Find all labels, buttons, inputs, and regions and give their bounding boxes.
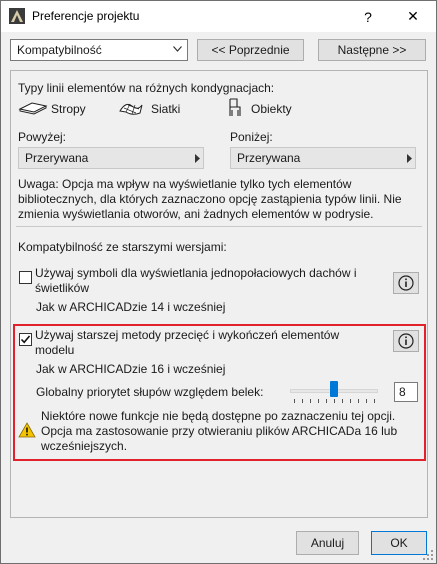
- option1-label: Używaj symboli dla wyświetlania jednopoł…: [35, 266, 357, 295]
- info-icon: [398, 275, 414, 291]
- below-line-type-select[interactable]: Przerywana: [230, 147, 416, 169]
- next-button[interactable]: Następne >>: [318, 39, 426, 61]
- dialog-window: Preferencje projektu ? ✕ Kompatybilność …: [0, 0, 437, 564]
- above-label: Powyżej:: [18, 130, 67, 144]
- cancel-button[interactable]: Anuluj: [296, 531, 359, 555]
- slider-ticks: [294, 399, 375, 403]
- settings-panel: Typy linii elementów na różnych kondygna…: [10, 70, 428, 518]
- above-line-type-value: Przerywana: [25, 151, 89, 165]
- stropy-label: Stropy: [51, 102, 86, 116]
- option2-info-button[interactable]: [393, 330, 419, 352]
- option2-label: Używaj starszej metody przecięć i wykońc…: [35, 328, 340, 357]
- warning-text: Niektóre nowe funkcje nie będą dostępne …: [41, 409, 398, 453]
- slab-icon: [18, 102, 48, 115]
- close-icon: ✕: [407, 8, 419, 24]
- priority-label: Globalny priorytet słupów względem belek…: [36, 385, 264, 399]
- ok-button[interactable]: OK: [371, 531, 427, 555]
- siatki-label: Siatki: [151, 102, 181, 116]
- object-icon: [229, 98, 241, 116]
- window-title: Preferencje projektu: [32, 9, 140, 23]
- line-types-note: Uwaga: Opcja ma wpływ na wyświetlanie ty…: [18, 177, 402, 221]
- option1-checkbox[interactable]: [19, 271, 32, 284]
- close-button[interactable]: ✕: [390, 1, 436, 32]
- title-bar: Preferencje projektu ? ✕: [1, 1, 436, 32]
- checkmark-icon: [20, 335, 31, 344]
- priority-input[interactable]: 8: [394, 382, 418, 402]
- compat-heading: Kompatybilność ze starszymi wersjami:: [18, 240, 227, 254]
- chevron-down-icon: [173, 46, 182, 52]
- warning-icon: [18, 422, 36, 438]
- divider: [16, 226, 422, 227]
- archicad-icon: [9, 8, 25, 24]
- option2-checkbox[interactable]: [19, 333, 32, 346]
- priority-slider-thumb[interactable]: [330, 381, 338, 397]
- below-label: Poniżej:: [230, 130, 273, 144]
- category-combo[interactable]: Kompatybilność: [10, 39, 188, 61]
- obiekty-label: Obiekty: [251, 102, 292, 116]
- info-icon: [398, 333, 414, 349]
- line-types-heading: Typy linii elementów na różnych kondygna…: [18, 81, 275, 95]
- above-line-type-select[interactable]: Przerywana: [18, 147, 204, 169]
- previous-button[interactable]: << Poprzednie: [197, 39, 304, 61]
- help-button[interactable]: ?: [345, 1, 391, 32]
- option2-sub: Jak w ARCHICADzie 16 i wcześniej: [36, 362, 226, 376]
- option1-info-button[interactable]: [393, 272, 419, 294]
- mesh-icon: [119, 103, 143, 115]
- option1-sub: Jak w ARCHICADzie 14 i wcześniej: [36, 300, 226, 314]
- chevron-right-icon: [195, 154, 200, 163]
- category-combo-value: Kompatybilność: [17, 43, 102, 57]
- resize-grip-icon[interactable]: [423, 550, 433, 560]
- chevron-right-icon: [407, 154, 412, 163]
- below-line-type-value: Przerywana: [237, 151, 301, 165]
- help-icon: ?: [364, 8, 372, 25]
